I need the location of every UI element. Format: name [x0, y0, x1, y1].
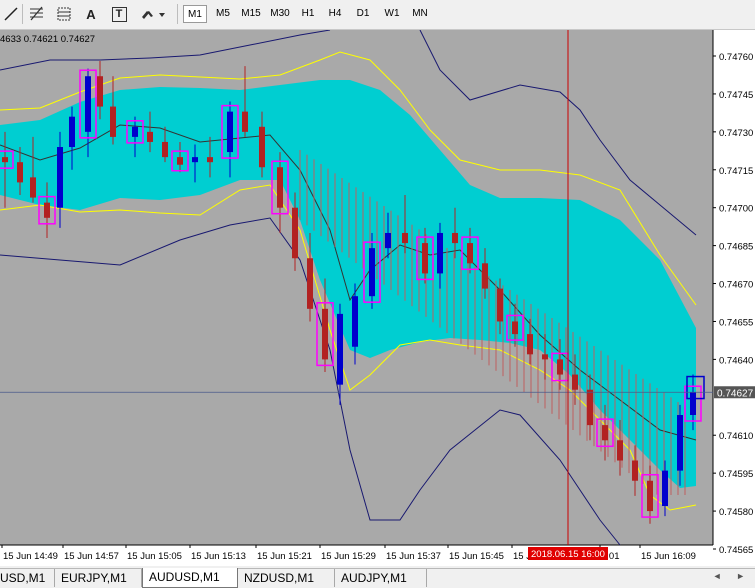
candle-body: [207, 157, 213, 163]
price-label: 0.74685: [719, 242, 753, 253]
candle-body: [132, 126, 138, 137]
candle-body: [292, 207, 298, 259]
price-label: 0.74760: [719, 52, 753, 63]
candle-body: [17, 162, 23, 183]
price-label: 0.74655: [719, 317, 753, 328]
crosshair-time-text: 2018.06.15 16:00: [531, 549, 605, 560]
timeframe-m15[interactable]: M15: [239, 5, 263, 23]
candle-body: [147, 131, 153, 142]
price-label: 0.74595: [719, 469, 753, 480]
candle-body: [385, 232, 391, 249]
candle-body: [512, 321, 518, 335]
symbol-tabs: USD,M1 EURJPY,M1 AUDUSD,M1 NZDUSD,M1 AUDJPY,…: [0, 568, 755, 588]
price-label: 0.74700: [719, 204, 753, 215]
candle-body: [572, 374, 578, 390]
price-label: 0.74580: [719, 507, 753, 518]
candle-body: [177, 157, 183, 165]
candle-body: [690, 392, 696, 416]
price-label: 0.74565: [719, 545, 753, 556]
price-label: 0.74610: [719, 431, 753, 442]
tab-audusd-m1[interactable]: AUDUSD,M1: [142, 568, 238, 588]
candle-body: [322, 308, 328, 360]
timeframe-w1[interactable]: W1: [380, 5, 404, 23]
text-label-tool-icon[interactable]: T: [108, 4, 130, 24]
timeframe-m30[interactable]: M30: [267, 5, 293, 23]
candle-body: [369, 248, 375, 297]
candle-body: [542, 354, 548, 360]
tab-audjpy-m1[interactable]: AUDJPY,M1: [335, 569, 427, 587]
ohlc-readout: 4633 0.74621 0.74627: [0, 34, 95, 45]
candle-body: [632, 460, 638, 481]
candle-body: [69, 116, 75, 148]
candle-body: [259, 126, 265, 168]
price-label: 0.74730: [719, 128, 753, 139]
candle-body: [467, 243, 473, 264]
timeframe-mn[interactable]: MN: [407, 5, 433, 23]
candle-body: [662, 470, 668, 507]
candle-body: [452, 232, 458, 244]
time-label: 15 Jun 16:09: [641, 551, 696, 562]
candle-body: [85, 76, 91, 132]
candle-body: [352, 296, 358, 347]
toolbar: A T M1 M5 M15 M30 H1 H4 D1 W1 MN: [0, 0, 755, 30]
candle-body: [57, 147, 63, 208]
price-label: 0.74670: [719, 280, 753, 291]
candle-body: [192, 157, 198, 163]
price-label: 0.74640: [719, 355, 753, 366]
price-chart[interactable]: 0.74627 0.74760 0.74745 0.74730 0.74715 0.747…: [0, 30, 755, 566]
tab-nzdusd-m1[interactable]: NZDUSD,M1: [238, 569, 335, 587]
candle-body: [110, 106, 116, 137]
candle-body: [602, 425, 608, 441]
timeframe-h4[interactable]: H4: [323, 5, 347, 23]
tab-usd-m1[interactable]: USD,M1: [0, 569, 55, 587]
candle-body: [437, 232, 443, 274]
candle-body: [307, 258, 313, 309]
time-label: 15 Jun 15:05: [127, 551, 182, 562]
candle-body: [277, 167, 283, 208]
candle-body: [482, 263, 488, 289]
candle-body: [227, 111, 233, 153]
candle-body: [422, 243, 428, 274]
current-price-text: 0.74627: [717, 388, 754, 399]
price-label: 0.74715: [719, 166, 753, 177]
candle-body: [647, 480, 653, 512]
arrows-tool-icon[interactable]: [138, 4, 168, 24]
candle-body: [402, 232, 408, 244]
text-tool-icon[interactable]: A: [80, 4, 102, 24]
candle-body: [557, 359, 563, 375]
time-label: 15 Jun 15:13: [191, 551, 246, 562]
fibonacci-tool-icon[interactable]: [26, 4, 48, 24]
tab-scroll-arrows-icon[interactable]: ◄ ►: [713, 571, 751, 581]
fibonacci-fan-tool-icon[interactable]: [53, 4, 75, 24]
candle-body: [30, 177, 36, 198]
time-label: 15 Jun 14:49: [3, 551, 58, 562]
candle-body: [527, 334, 533, 355]
tab-eurjpy-m1[interactable]: EURJPY,M1: [55, 569, 142, 587]
price-axis: [713, 30, 755, 566]
candle-body: [337, 313, 343, 385]
trendline-tool-icon[interactable]: [0, 4, 22, 24]
candle-body: [497, 288, 503, 322]
time-label: 15 Jun 15:29: [321, 551, 376, 562]
candle-body: [617, 440, 623, 461]
candle-body: [242, 111, 248, 132]
time-label: 15 Jun 15:45: [449, 551, 504, 562]
candle-body: [162, 141, 168, 158]
time-label: 15 Jun 15:21: [257, 551, 312, 562]
candle-body: [587, 389, 593, 426]
price-label: 0.74745: [719, 90, 753, 101]
candle-body: [2, 157, 8, 163]
time-label: 15 Jun 14:57: [64, 551, 119, 562]
timeframe-d1[interactable]: D1: [351, 5, 375, 23]
time-label: 15 Jun 15:37: [386, 551, 441, 562]
timeframe-m1[interactable]: M1: [183, 5, 207, 23]
candle-body: [677, 415, 683, 471]
candle-body: [44, 202, 50, 218]
timeframe-m5[interactable]: M5: [211, 5, 235, 23]
candle-body: [97, 76, 103, 107]
timeframe-h1[interactable]: H1: [296, 5, 320, 23]
